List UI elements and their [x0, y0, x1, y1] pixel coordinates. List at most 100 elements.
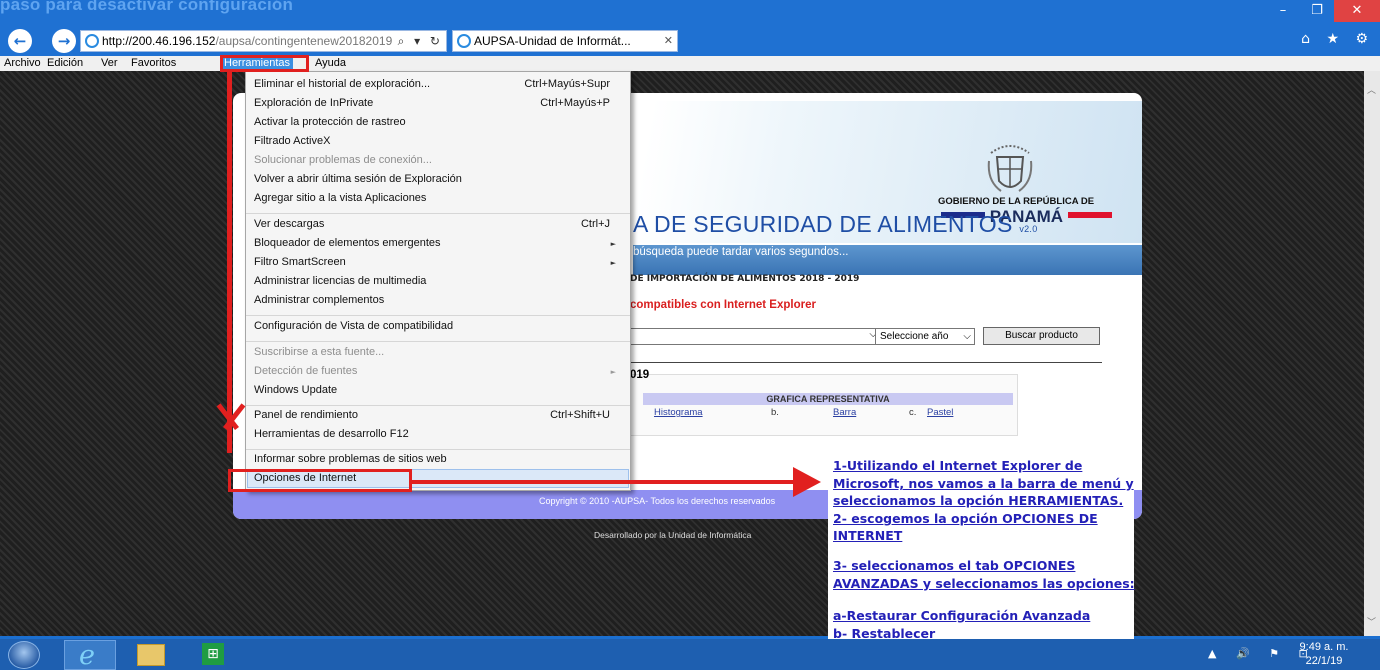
instruction-line: 1-Utilizando el Internet Explorer de	[833, 458, 1083, 473]
menu-item-smartscreen[interactable]: Filtro SmartScreen	[254, 256, 346, 274]
menu-item-label: Configuración de Vista de compatibilidad	[254, 320, 454, 332]
notice-band: búsqueda puede tardar varios segundos...	[633, 245, 1142, 275]
menu-item-label: Volver a abrir última sesión de Explorac…	[254, 173, 462, 185]
restore-button[interactable]: ❐	[1300, 0, 1334, 22]
menu-item-compat-view[interactable]: Configuración de Vista de compatibilidad	[254, 320, 453, 338]
address-host: http://200.46.196.152	[102, 34, 216, 48]
menu-separator	[246, 315, 630, 316]
search-product-button[interactable]: Buscar producto	[983, 327, 1100, 345]
menu-item-label: Solucionar problemas de conexión...	[254, 154, 432, 166]
close-button[interactable]: ✕	[1334, 0, 1380, 22]
scroll-down-icon[interactable]: ﹀	[1367, 615, 1376, 628]
menu-item-delete-history[interactable]: Eliminar el historial de exploración...	[254, 78, 430, 96]
menu-item-label: Activar la protección de rastreo	[254, 116, 406, 128]
menu-item-view-downloads[interactable]: Ver descargas	[254, 218, 324, 236]
taskbar-clock[interactable]: 9:49 a. m. 22/1/19	[1294, 640, 1354, 668]
page-subtitle: DE IMPORTACIÓN DE ALIMENTOS 2018 - 2019	[630, 274, 860, 284]
annotation-horizontal-line	[412, 480, 812, 484]
vertical-scrollbar[interactable]: ︿ ﹀	[1364, 71, 1380, 636]
menu-item-shortcut: Ctrl+Shift+U	[550, 409, 610, 421]
minimize-button[interactable]: –	[1266, 0, 1300, 22]
menu-item-popup-blocker[interactable]: Bloqueador de elementos emergentes	[254, 237, 441, 255]
annotation-vertical-line	[227, 72, 232, 453]
menu-item-performance-dashboard[interactable]: Panel de rendimiento	[254, 409, 358, 427]
menu-separator	[246, 405, 630, 406]
bar-link[interactable]: Barra	[833, 407, 856, 418]
graph-option-bar[interactable]: Barra	[833, 407, 856, 418]
divider	[630, 362, 1102, 363]
annotation-arrowhead	[793, 467, 821, 497]
menu-item-add-to-apps[interactable]: Agregar sitio a la vista Aplicaciones	[254, 192, 426, 210]
year-select[interactable]: Seleccione año ⌵	[875, 328, 975, 345]
menu-item-windows-update[interactable]: Windows Update	[254, 384, 337, 402]
menu-item-activex-filtering[interactable]: Filtrado ActiveX	[254, 135, 330, 153]
menu-ayuda[interactable]: Ayuda	[315, 56, 346, 71]
pie-link[interactable]: Pastel	[927, 407, 953, 418]
menu-item-label: Windows Update	[254, 384, 338, 396]
ie-page-icon	[85, 34, 99, 48]
menu-item-label: Administrar licencias de multimedia	[254, 275, 427, 287]
menu-item-manage-addons[interactable]: Administrar complementos	[254, 294, 384, 312]
search-row: ⌵ Seleccione año ⌵ Buscar producto	[630, 327, 1102, 346]
window-controls: – ❐ ✕	[1266, 0, 1380, 22]
menu-ver[interactable]: Ver	[101, 56, 118, 71]
start-button[interactable]	[8, 641, 40, 669]
submenu-arrow-icon: ►	[610, 259, 616, 267]
graph-options-header: GRAFICA REPRESENTATIVA	[643, 393, 1013, 405]
instruction-line: a-Restaurar Configuración Avanzada	[833, 608, 1091, 623]
address-tools-icons[interactable]: ⌕ ▾ ↻	[398, 31, 443, 51]
government-line: GOBIERNO DE LA REPÚBLICA DE	[938, 196, 1095, 207]
internet-explorer-icon: e	[79, 640, 95, 670]
instruction-line: seleccionamos la opción HERRAMIENTAS.	[833, 493, 1124, 508]
clock-time: 9:49 a. m.	[1299, 641, 1349, 653]
home-favorites-settings-icons[interactable]: ⌂ ★ ⚙	[1301, 31, 1374, 47]
scroll-up-icon[interactable]: ︿	[1367, 83, 1376, 96]
highlight-internet-options	[228, 469, 412, 492]
menu-item-label: Herramientas de desarrollo F12	[254, 428, 409, 440]
menu-item-label: Exploración de InPrivate	[254, 97, 374, 109]
menu-item-label: Agregar sitio a la vista Aplicaciones	[254, 192, 427, 204]
file-explorer-icon[interactable]	[137, 644, 165, 666]
tab-close-icon[interactable]: ✕	[664, 31, 673, 51]
menu-item-media-licenses[interactable]: Administrar licencias de multimedia	[254, 275, 426, 293]
menu-separator	[246, 213, 630, 214]
menu-item-label: Eliminar el historial de exploración...	[254, 78, 431, 90]
graph-option-c-prefix: c.	[909, 407, 917, 418]
menu-item-reopen-session[interactable]: Volver a abrir última sesión de Explorac…	[254, 173, 462, 191]
graph-option-histogram[interactable]: Histograma	[654, 407, 703, 418]
menu-item-f12-tools[interactable]: Herramientas de desarrollo F12	[254, 428, 409, 446]
compatibility-warning: compatibles con Internet Explorer	[630, 299, 816, 311]
menu-item-label: Ver descargas	[254, 218, 325, 230]
histogram-link[interactable]: Histograma	[654, 407, 703, 418]
back-button[interactable]: ←	[8, 29, 32, 53]
menu-separator	[246, 449, 630, 450]
instructions-box: 1-Utilizando el Internet Explorer de Mic…	[828, 455, 1135, 647]
address-bar[interactable]: http://200.46.196.152/aupsa/contingenten…	[80, 30, 447, 52]
browser-tab[interactable]: AUPSA-Unidad de Informát... ✕	[452, 30, 678, 52]
menu-item-shortcut: Ctrl+Mayús+P	[540, 97, 610, 109]
instruction-line: 3- seleccionamos el tab OPCIONES	[833, 558, 1076, 573]
menu-item-shortcut: Ctrl+J	[580, 218, 610, 230]
product-select[interactable]: ⌵	[630, 328, 881, 345]
coat-of-arms-icon	[987, 145, 1033, 192]
tools-menu-dropdown: Eliminar el historial de exploración... …	[245, 71, 631, 491]
menu-edicion[interactable]: Edición	[47, 56, 83, 71]
site-title-text: A DE SEGURIDAD DE ALIMENTOS	[633, 211, 1013, 237]
taskbar-internet-explorer[interactable]: e	[64, 640, 116, 670]
menu-item-inprivate[interactable]: Exploración de InPrivate	[254, 97, 373, 115]
menu-separator	[246, 341, 630, 342]
menu-item-tracking-protection[interactable]: Activar la protección de rastreo	[254, 116, 406, 134]
menu-item-subscribe-feed: Suscribirse a esta fuente...	[254, 346, 384, 364]
year-label: 019	[630, 369, 650, 381]
graph-option-pie[interactable]: Pastel	[927, 407, 953, 418]
copyright-text: Copyright © 2010 -AUPSA- Todos los derec…	[539, 496, 776, 506]
clock-date: 22/1/19	[1305, 655, 1343, 667]
store-icon[interactable]: ⊞	[202, 643, 224, 665]
menu-archivo[interactable]: Archivo	[4, 56, 41, 71]
forward-button[interactable]: →	[52, 29, 76, 53]
menu-item-label: Suscribirse a esta fuente...	[254, 346, 385, 358]
menu-favoritos[interactable]: Favoritos	[131, 56, 176, 71]
instruction-line: INTERNET	[833, 528, 903, 543]
chevron-down-icon: ⌵	[963, 331, 971, 342]
menu-item-label: Informar sobre problemas de sitios web	[254, 453, 447, 465]
